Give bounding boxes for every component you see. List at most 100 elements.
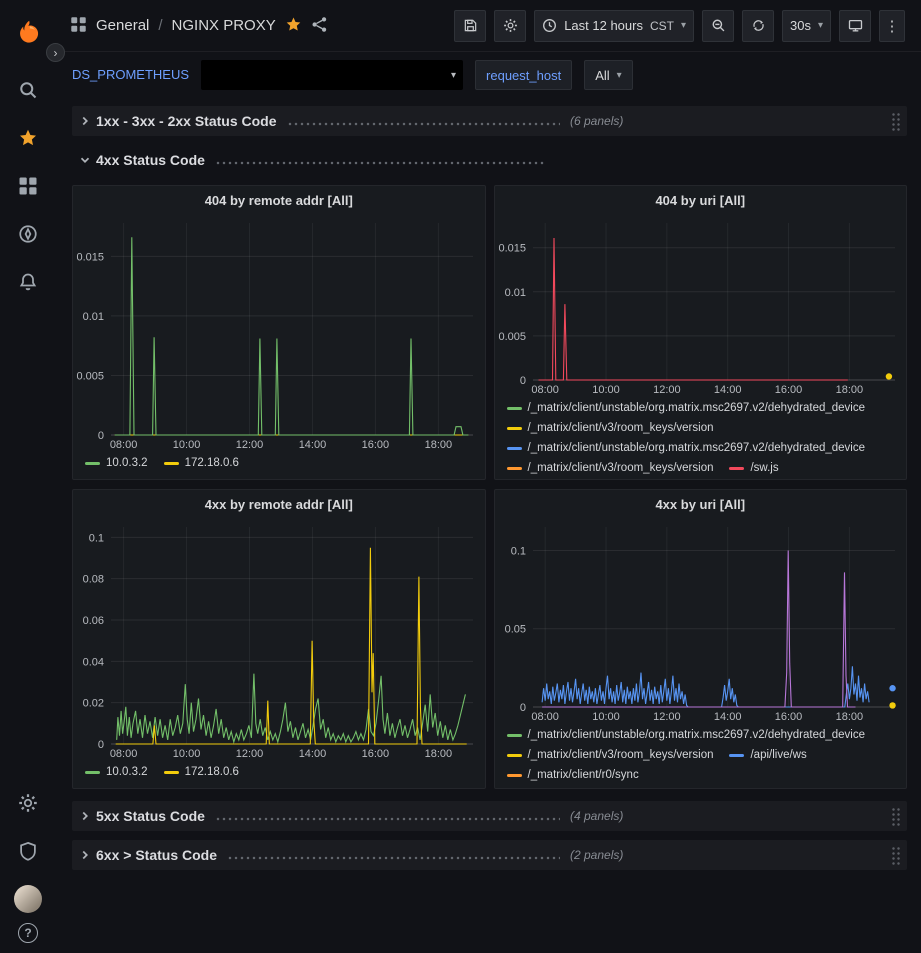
legend-series-color-swatch	[85, 462, 100, 465]
legend-series-label: 10.0.3.2	[106, 763, 148, 782]
sidebar-expand-toggle[interactable]: ›	[46, 43, 65, 62]
legend-series-color-swatch	[507, 427, 522, 430]
svg-text:08:00: 08:00	[531, 384, 559, 396]
zoom-out-icon	[711, 18, 726, 33]
grafana-logo-icon[interactable]	[8, 12, 48, 52]
legend-series-label: 172.18.0.6	[185, 763, 239, 782]
legend-item[interactable]: /sw.js	[729, 459, 778, 478]
legend-series-color-swatch	[85, 771, 100, 774]
variable-value-text: All	[595, 68, 609, 83]
share-icon[interactable]	[311, 16, 328, 36]
svg-text:0.01: 0.01	[504, 287, 525, 299]
help-icon[interactable]: ?	[18, 923, 38, 943]
variable-ds-label[interactable]: DS_PROMETHEUS	[72, 60, 189, 90]
legend-item[interactable]: /api/live/ws	[729, 746, 806, 765]
dashboard-content: 1xx - 3xx - 2xx Status Code (6 panels) 4…	[56, 98, 921, 870]
svg-text:10:00: 10:00	[173, 748, 201, 760]
dashboard-title[interactable]: NGINX PROXY	[172, 17, 276, 34]
panel-chart[interactable]: 08:0010:0012:0014:0016:0018:0000.0050.01…	[495, 215, 907, 397]
panel-title: 4xx by uri [All]	[655, 497, 745, 512]
user-avatar[interactable]	[14, 885, 42, 913]
more-options-button[interactable]: ⋮	[879, 10, 905, 42]
panel-header[interactable]: 4xx by remote addr [All]	[73, 490, 485, 519]
row-dotted-leader	[215, 161, 546, 165]
svg-text:16:00: 16:00	[362, 748, 390, 760]
save-dashboard-button[interactable]	[454, 10, 486, 42]
panel-chart[interactable]: 08:0010:0012:0014:0016:0018:0000.0050.01…	[73, 215, 485, 452]
panel-header[interactable]: 4xx by uri [All]	[495, 490, 907, 519]
row-panel-count: (2 panels)	[570, 848, 623, 862]
breadcrumb-separator: /	[158, 17, 162, 34]
zoom-out-button[interactable]	[702, 10, 734, 42]
row-title: 4xx Status Code	[96, 152, 205, 168]
legend-item[interactable]: /_matrix/client/v3/room_keys/version	[507, 746, 714, 765]
svg-text:10:00: 10:00	[173, 439, 201, 451]
panel-header[interactable]: 404 by remote addr [All]	[73, 186, 485, 215]
row-6xx[interactable]: 6xx > Status Code (2 panels)	[72, 840, 907, 870]
svg-text:14:00: 14:00	[299, 748, 327, 760]
chevron-down-icon: ▾	[818, 20, 823, 31]
legend-series-label: /_matrix/client/unstable/org.matrix.msc2…	[528, 786, 866, 788]
svg-text:16:00: 16:00	[774, 711, 802, 723]
svg-text:14:00: 14:00	[299, 439, 327, 451]
legend-item[interactable]: /_matrix/client/v3/room_keys/version	[507, 459, 714, 478]
apps-grid-icon[interactable]	[70, 16, 87, 36]
legend-item[interactable]: /_matrix/client/r0/sync	[507, 766, 639, 785]
svg-text:0.05: 0.05	[504, 624, 525, 636]
tv-mode-button[interactable]	[839, 10, 871, 42]
panel-header[interactable]: 404 by uri [All]	[495, 186, 907, 215]
row-drag-handle[interactable]	[891, 807, 901, 826]
row-drag-handle[interactable]	[891, 846, 901, 865]
svg-text:0: 0	[519, 375, 525, 387]
legend-series-label: /_matrix/client/unstable/org.matrix.msc2…	[528, 439, 866, 458]
row-5xx[interactable]: 5xx Status Code (4 panels)	[72, 801, 907, 831]
dashboard-settings-button[interactable]	[494, 10, 526, 42]
refresh-interval-label: 30s	[790, 18, 811, 33]
refresh-interval-dropdown[interactable]: 30s ▾	[782, 10, 831, 42]
settings-gear-icon[interactable]	[8, 779, 48, 827]
row-panel-count: (6 panels)	[570, 114, 623, 128]
chevron-right-icon	[78, 848, 92, 862]
panel-chart[interactable]: 08:0010:0012:0014:0016:0018:0000.050.1	[495, 519, 907, 724]
row-drag-handle[interactable]	[891, 112, 901, 131]
legend-item[interactable]: 172.18.0.6	[164, 763, 239, 782]
refresh-button[interactable]	[742, 10, 774, 42]
legend-item[interactable]: 10.0.3.2	[85, 763, 148, 782]
breadcrumb-section[interactable]: General	[96, 17, 149, 34]
variable-ds-value-select[interactable]: ▾	[201, 60, 463, 90]
row-4xx[interactable]: 4xx Status Code	[72, 145, 907, 175]
legend-series-color-swatch	[507, 754, 522, 757]
legend-item[interactable]: /_matrix/client/unstable/org.matrix.msc2…	[507, 399, 866, 418]
explore-compass-icon[interactable]	[8, 210, 48, 258]
legend-series-color-swatch	[164, 771, 179, 774]
variable-label-text: request_host	[486, 68, 561, 83]
time-range-picker[interactable]: Last 12 hours CST ▾	[534, 10, 694, 42]
variable-request-host-label[interactable]: request_host	[475, 60, 572, 90]
legend-item[interactable]: 172.18.0.6	[164, 454, 239, 473]
row-1xx-3xx-2xx[interactable]: 1xx - 3xx - 2xx Status Code (6 panels)	[72, 106, 907, 136]
legend-item[interactable]: /_matrix/client/unstable/org.matrix.msc2…	[507, 439, 866, 458]
chevron-down-icon: ▾	[451, 70, 456, 81]
legend-item[interactable]: /_matrix/client/unstable/org.matrix.msc2…	[507, 726, 866, 745]
legend-item[interactable]: /_matrix/client/v3/room_keys/version	[507, 419, 714, 438]
admin-shield-icon[interactable]	[8, 827, 48, 875]
legend-series-label: /_matrix/client/r0/sync	[528, 766, 639, 785]
svg-text:0.01: 0.01	[83, 311, 104, 323]
legend-series-color-swatch	[729, 754, 744, 757]
variable-request-host-select[interactable]: All ▾	[584, 60, 632, 90]
svg-text:16:00: 16:00	[774, 384, 802, 396]
legend-series-label: 172.18.0.6	[185, 454, 239, 473]
chevron-down-icon: ▾	[681, 20, 686, 31]
svg-text:18:00: 18:00	[425, 439, 453, 451]
panel-chart[interactable]: 08:0010:0012:0014:0016:0018:0000.020.040…	[73, 519, 485, 761]
dashboard-panel: 4xx by uri [All] 08:0010:0012:0014:0016:…	[494, 489, 908, 789]
favorite-star-icon[interactable]	[285, 16, 302, 36]
row-dotted-leader	[227, 856, 560, 860]
starred-dashboards-icon[interactable]	[8, 114, 48, 162]
legend-item[interactable]: /_matrix/client/unstable/org.matrix.msc2…	[507, 786, 866, 788]
alerting-bell-icon[interactable]	[8, 258, 48, 306]
legend-item[interactable]: 10.0.3.2	[85, 454, 148, 473]
search-icon[interactable]	[8, 66, 48, 114]
dashboards-icon[interactable]	[8, 162, 48, 210]
legend-series-label: /_matrix/client/v3/room_keys/version	[528, 746, 714, 765]
